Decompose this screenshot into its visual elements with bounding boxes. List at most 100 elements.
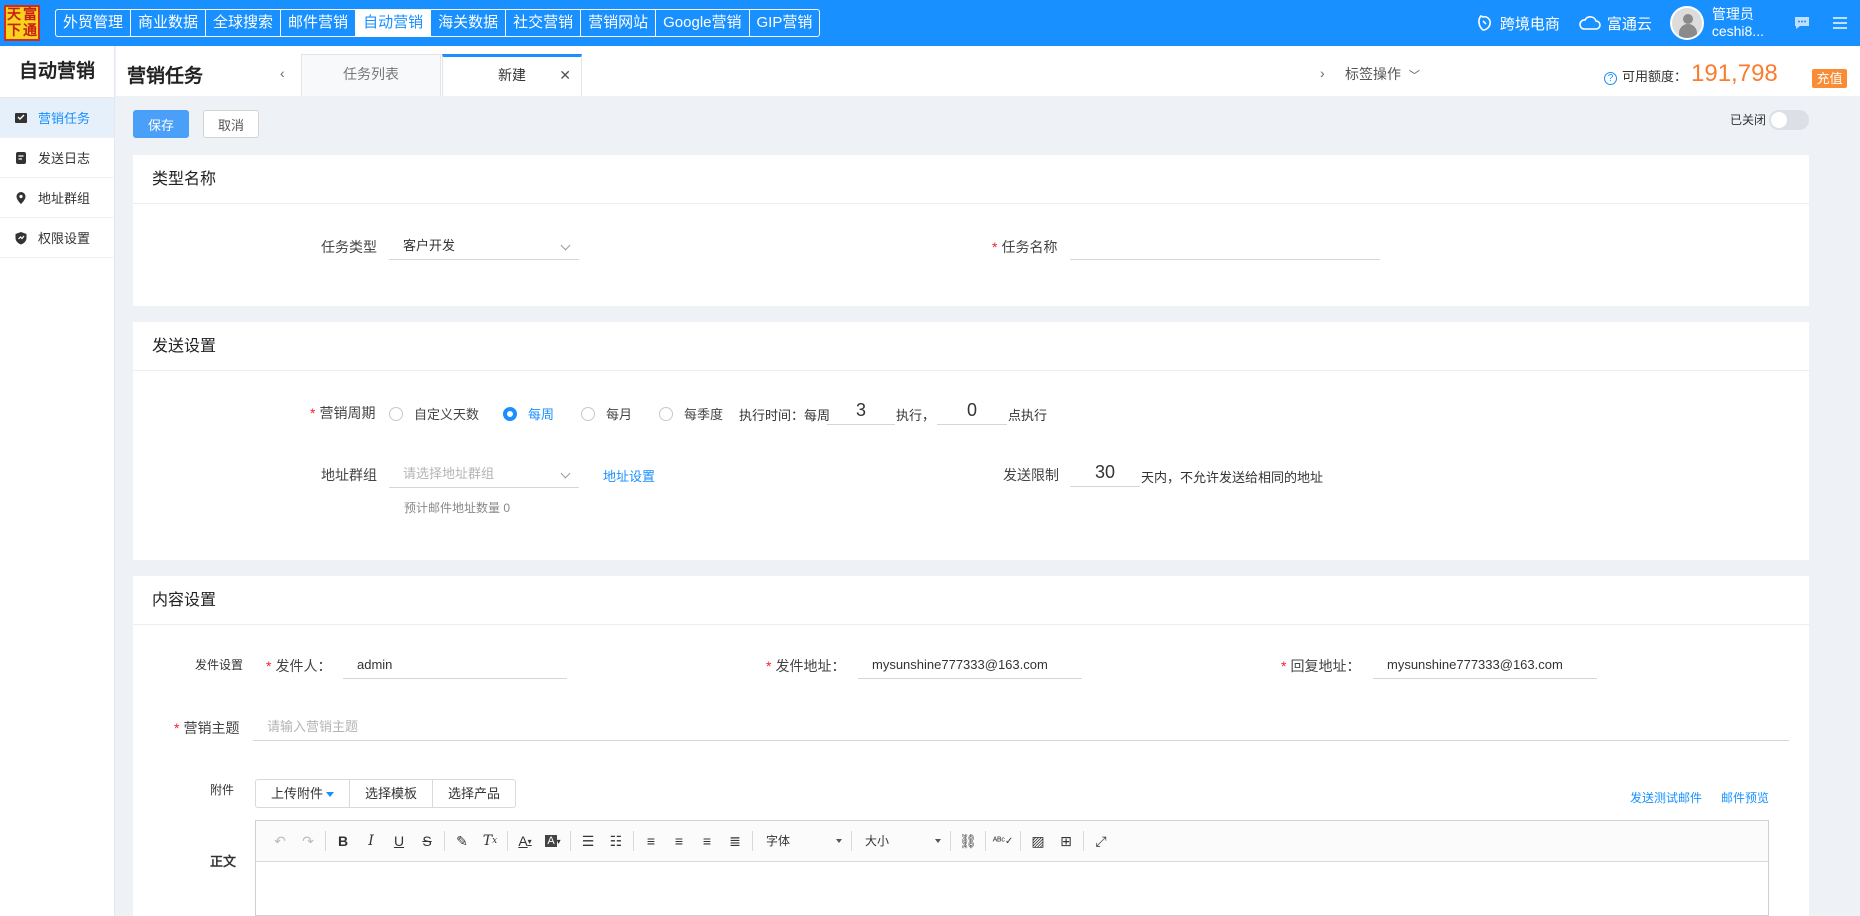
tab-task-list[interactable]: 任务列表 <box>301 54 441 96</box>
image-icon[interactable]: ▨ <box>1024 829 1052 853</box>
page-header: 营销任务 ‹ 任务列表 新建 ✕ › 标签操作 ﹀ ? 可用额度： 191,79… <box>116 46 1860 96</box>
font-color-icon[interactable]: A ▾ <box>511 829 539 853</box>
fullscreen-icon[interactable]: ⤢ <box>1087 829 1115 853</box>
send-limit-input[interactable]: 30 <box>1070 459 1140 487</box>
nav-item-business-data[interactable]: 商业数据 <box>131 10 207 36</box>
underline-icon[interactable]: U <box>385 829 413 853</box>
address-group-select[interactable]: 请选择地址群组 <box>389 460 579 488</box>
tab-scroll-left-icon[interactable]: ‹ <box>280 65 285 81</box>
subject-label: * 营销主题 <box>174 720 240 736</box>
chat-icon[interactable] <box>1792 13 1812 33</box>
credit-amount: 191,798 <box>1691 60 1778 87</box>
nav-item-global-search[interactable]: 全球搜索 <box>206 10 282 36</box>
exec-mid-text: 执行， <box>896 408 936 423</box>
tab-scroll-right-icon[interactable]: › <box>1320 65 1325 81</box>
sender-input[interactable]: admin <box>343 651 567 679</box>
nav-item-trade[interactable]: 外贸管理 <box>56 10 132 36</box>
caret-down-icon <box>326 792 335 798</box>
address-group-label: 地址群组 <box>321 467 377 483</box>
sidebar-title: 自动营销 <box>0 46 114 98</box>
enable-toggle[interactable] <box>1769 110 1809 130</box>
body-label: 正文 <box>210 854 237 869</box>
clear-format-icon[interactable]: Tx <box>476 829 504 853</box>
cloud-link[interactable]: 富通云 <box>1578 13 1652 34</box>
align-justify-icon[interactable]: ≣ <box>721 829 749 853</box>
align-left-icon[interactable]: ≡ <box>637 829 665 853</box>
chevron-down-icon <box>560 468 571 479</box>
attachment-label: 附件 <box>210 783 235 797</box>
font-size-select[interactable]: 大小 <box>855 829 947 853</box>
sidebar-item-send-log[interactable]: 发送日志 <box>0 138 114 178</box>
content-settings-title: 内容设置 <box>133 576 1809 625</box>
send-test-email-link[interactable]: 发送测试邮件 <box>1630 789 1702 806</box>
nav-item-email-marketing[interactable]: 邮件营销 <box>281 10 357 36</box>
nav-item-social-marketing[interactable]: 社交营销 <box>506 10 582 36</box>
strikethrough-icon[interactable]: S <box>413 829 441 853</box>
bold-icon[interactable]: B <box>329 829 357 853</box>
radio-weekly[interactable]: 每周 <box>503 404 554 423</box>
nav-item-customs-data[interactable]: 海关数据 <box>431 10 507 36</box>
type-section: 类型名称 任务类型 客户开发 * 任务名称 <box>133 155 1809 306</box>
tag-operations-dropdown[interactable]: 标签操作 ﹀ <box>1345 64 1420 84</box>
app-logo[interactable]: 天 富 下 通 <box>4 5 40 41</box>
sidebar-item-tasks[interactable]: 营销任务 <box>0 98 114 138</box>
ordered-list-icon[interactable]: ☰ <box>574 829 602 853</box>
close-icon[interactable]: ✕ <box>559 57 571 93</box>
table-icon[interactable]: ⊞ <box>1052 829 1080 853</box>
exec-suffix-text: 点执行 <box>1008 408 1048 423</box>
reply-address-label: * 回复地址： <box>1281 658 1361 674</box>
permission-icon <box>15 231 27 244</box>
location-icon <box>16 191 26 204</box>
cloud-icon <box>1579 16 1601 30</box>
format-painter-icon[interactable]: ✎ <box>448 829 476 853</box>
nav-item-google-marketing[interactable]: Google营销 <box>656 10 750 36</box>
send-limit-label: 发送限制 <box>1003 467 1059 483</box>
email-preview-link[interactable]: 邮件预览 <box>1721 789 1769 806</box>
exec-hour-input[interactable]: 0 <box>937 397 1007 425</box>
recharge-button[interactable]: 充值 <box>1812 69 1847 88</box>
nav-item-gip-marketing[interactable]: GIP营销 <box>750 10 820 36</box>
chevron-down-icon: ﹀ <box>1408 70 1420 82</box>
cancel-button[interactable]: 取消 <box>203 110 259 138</box>
task-name-input[interactable] <box>1070 232 1380 260</box>
task-type-select[interactable]: 客户开发 <box>389 232 579 260</box>
address-settings-link[interactable]: 地址设置 <box>603 466 655 485</box>
ecommerce-link[interactable]: 跨境电商 <box>1475 13 1560 34</box>
upload-attachment-button[interactable]: 上传附件 <box>256 780 351 807</box>
background-color-icon[interactable]: A ▾ <box>539 829 567 853</box>
save-button[interactable]: 保存 <box>133 110 189 138</box>
tab-new[interactable]: 新建 ✕ <box>442 54 582 96</box>
reply-address-input[interactable]: mysunshine777333@163.com <box>1373 651 1597 679</box>
menu-icon[interactable] <box>1830 13 1850 33</box>
radio-quarterly[interactable]: 每季度 <box>659 404 723 423</box>
spellcheck-icon[interactable]: ᴬᴮᶜ✓ <box>989 829 1017 853</box>
unordered-list-icon[interactable]: ☷ <box>602 829 630 853</box>
from-address-input[interactable]: mysunshine777333@163.com <box>858 651 1082 679</box>
top-navigation-bar: 天 富 下 通 外贸管理 商业数据 全球搜索 邮件营销 自动营销 海关数据 社交… <box>0 0 1860 46</box>
avatar[interactable] <box>1669 6 1704 40</box>
sidebar-item-permissions[interactable]: 权限设置 <box>0 218 114 258</box>
undo-icon[interactable]: ↶ <box>266 829 294 853</box>
font-family-select[interactable]: 字体 <box>756 829 848 853</box>
exec-day-input[interactable]: 3 <box>827 397 895 425</box>
sender-settings-label: 发件设置 <box>195 658 244 672</box>
help-icon[interactable]: ? <box>1604 72 1617 85</box>
align-right-icon[interactable]: ≡ <box>693 829 721 853</box>
subject-input[interactable]: 请输入营销主题 <box>253 713 1789 741</box>
align-center-icon[interactable]: ≡ <box>665 829 693 853</box>
sidebar-item-address-group[interactable]: 地址群组 <box>0 178 114 218</box>
editor-toolbar: ↶ ↷ B I U S ✎ Tx A ▾ A ▾ ☰ ☷ ≡ ≡ ≡ ≣ 字体 大小… <box>256 821 1768 862</box>
nav-item-marketing-website[interactable]: 营销网站 <box>581 10 657 36</box>
italic-icon[interactable]: I <box>357 829 385 853</box>
send-settings-section: 发送设置 * 营销周期 自定义天数 每周 每月 每季度 执行时间：每周 3 执行，… <box>133 322 1809 560</box>
link-icon[interactable]: ⛓ <box>954 829 982 853</box>
select-product-button[interactable]: 选择产品 <box>433 780 515 807</box>
nav-item-auto-marketing[interactable]: 自动营销 <box>356 10 432 36</box>
redo-icon[interactable]: ↷ <box>294 829 322 853</box>
status-label: 已关闭 <box>1730 113 1767 127</box>
radio-custom-days[interactable]: 自定义天数 <box>389 404 479 423</box>
task-name-label: * 任务名称 <box>992 239 1058 255</box>
user-info[interactable]: 管理员 ceshi8... <box>1712 6 1764 40</box>
select-template-button[interactable]: 选择模板 <box>350 780 434 807</box>
radio-monthly[interactable]: 每月 <box>581 404 632 423</box>
